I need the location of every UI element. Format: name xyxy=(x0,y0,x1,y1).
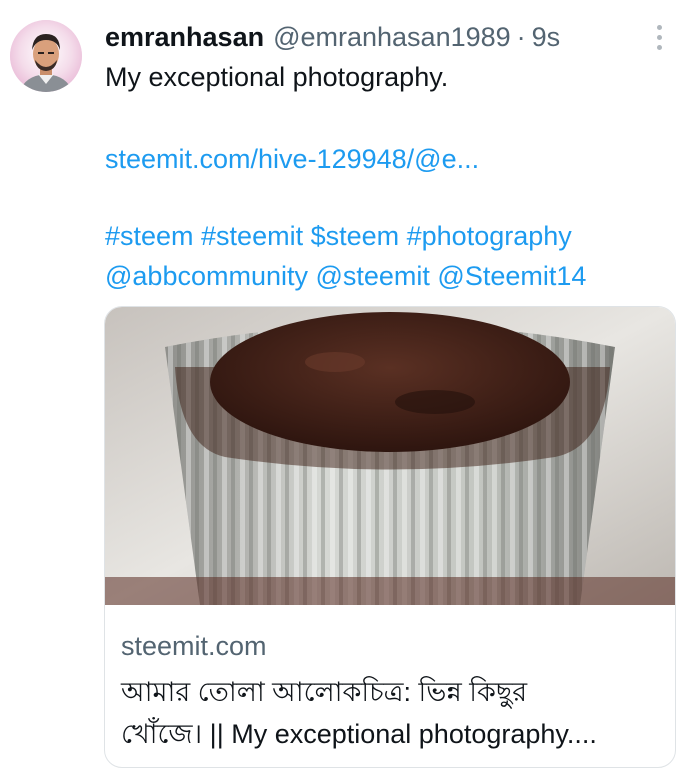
more-vertical-icon-dot xyxy=(656,44,662,50)
separator-dot: · xyxy=(516,22,526,52)
hashtags-line[interactable]: #steem #steemit $steem #photography xyxy=(105,219,572,253)
card-title-line-1: আমার তোলা আলোকচিত্র: ভিন্ন কিছুর xyxy=(121,677,528,707)
tweet-link[interactable]: steemit.com/hive-129948/@e... xyxy=(105,142,479,176)
card-title: আমার তোলা আলোকচিত্র: ভিন্ন কিছুর খোঁজে। … xyxy=(121,671,666,755)
card-image xyxy=(105,307,675,605)
more-options-button[interactable] xyxy=(646,22,672,52)
author-name[interactable]: emranhasan xyxy=(105,20,264,54)
user-avatar-icon xyxy=(10,20,82,92)
more-vertical-icon-dot xyxy=(656,34,662,40)
tweet-header: emranhasan @emranhasan1989 · 9s xyxy=(105,20,560,54)
tweet-text: My exceptional photography. xyxy=(105,62,449,92)
card-title-line-2: খোঁজে। || My exceptional photography.... xyxy=(121,719,597,749)
avatar[interactable] xyxy=(10,20,82,92)
more-vertical-icon xyxy=(656,24,662,30)
author-handle[interactable]: @emranhasan1989 xyxy=(273,20,511,54)
mentions-line[interactable]: @abbcommunity @steemit @Steemit14 xyxy=(105,259,586,293)
timestamp[interactable]: 9s xyxy=(532,20,561,54)
link-preview-card[interactable]: steemit.com আমার তোলা আলোকচিত্র: ভিন্ন ক… xyxy=(104,306,676,768)
card-domain: steemit.com xyxy=(121,631,267,661)
